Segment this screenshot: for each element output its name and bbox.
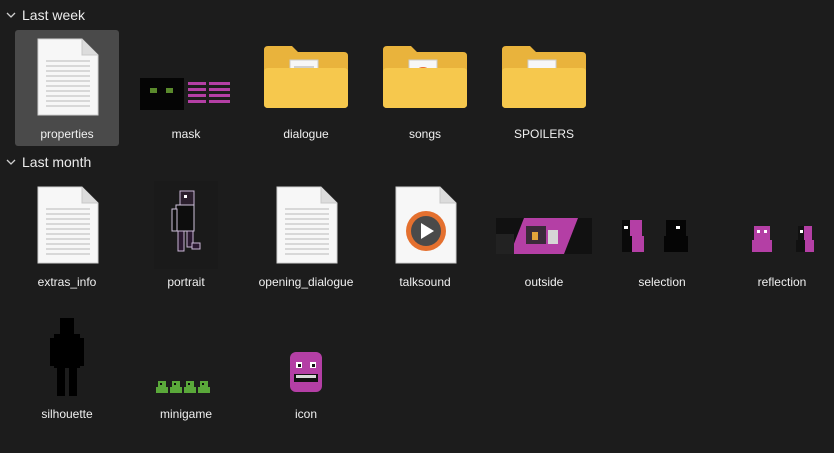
group-header-last-month[interactable]: Last month [0, 151, 91, 173]
file-item-talksound[interactable]: talksound [373, 178, 477, 294]
file-name: opening_dialogue [258, 275, 354, 289]
file-name: talksound [399, 275, 451, 289]
file-item-mask[interactable]: mask [134, 30, 238, 146]
folder-icon [373, 30, 477, 124]
file-name: extras_info [37, 275, 97, 289]
folder-name: songs [408, 127, 442, 141]
file-item-silhouette[interactable]: silhouette [15, 310, 119, 426]
file-name: minigame [159, 407, 213, 421]
image-thumbnail-icon [134, 310, 238, 404]
folder-name: dialogue [283, 127, 329, 141]
group-label: Last month [22, 154, 92, 170]
file-name: portrait [167, 275, 205, 289]
chevron-down-icon[interactable] [0, 151, 22, 173]
file-name: outside [524, 275, 564, 289]
chevron-down-icon[interactable] [0, 4, 22, 26]
file-name: mask [171, 127, 201, 141]
folder-name: SPOILERS [513, 127, 575, 141]
file-item-reflection[interactable]: reflection [730, 178, 834, 294]
folder-item-spoilers[interactable]: SPOILERS [492, 30, 596, 146]
text-document-icon [15, 178, 119, 272]
file-name: selection [638, 275, 686, 289]
file-item-icon[interactable]: icon [254, 310, 358, 426]
image-thumbnail-icon [492, 178, 596, 272]
folder-item-songs[interactable]: songs [373, 30, 477, 146]
file-item-outside[interactable]: outside [492, 178, 596, 294]
image-thumbnail-icon [134, 30, 238, 124]
file-item-portrait[interactable]: portrait [134, 178, 238, 294]
text-document-icon [254, 178, 358, 272]
file-name: properties [40, 127, 94, 141]
file-item-minigame[interactable]: minigame [134, 310, 238, 426]
file-name: silhouette [41, 407, 93, 421]
folder-icon [492, 30, 596, 124]
image-thumbnail-icon [15, 310, 119, 404]
image-thumbnail-icon [134, 178, 238, 272]
image-thumbnail-icon [254, 310, 358, 404]
text-document-icon [15, 30, 119, 124]
file-name: reflection [757, 275, 807, 289]
image-thumbnail-icon [610, 178, 714, 272]
file-item-extras-info[interactable]: extras_info [15, 178, 119, 294]
image-thumbnail-icon [730, 178, 834, 272]
group-label: Last week [22, 7, 86, 23]
file-item-selection[interactable]: selection [610, 178, 714, 294]
folder-icon [254, 30, 358, 124]
file-item-opening-dialogue[interactable]: opening_dialogue [254, 178, 358, 294]
file-name: icon [294, 407, 317, 421]
file-item-properties[interactable]: properties [15, 30, 119, 146]
folder-item-dialogue[interactable]: dialogue [254, 30, 358, 146]
group-header-last-week[interactable]: Last week [0, 4, 85, 26]
audio-file-icon [373, 178, 477, 272]
